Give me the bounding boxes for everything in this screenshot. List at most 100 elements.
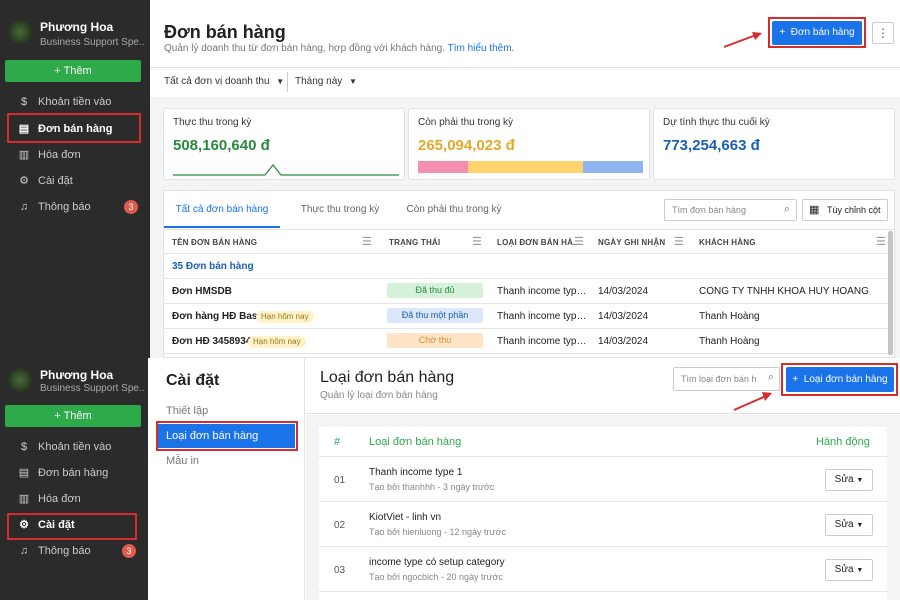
row-number: 02 (334, 520, 346, 531)
sidebar-item-income[interactable]: $ Khoản tiền vào (0, 89, 150, 115)
highlight-box (7, 513, 137, 540)
order-type: Thanh income type... (497, 286, 587, 297)
order-type-name: KiotViet - linh vn (369, 512, 442, 523)
order-name[interactable]: Đơn hàng HĐ Base (172, 311, 263, 322)
table-row[interactable]: Đơn HĐ 3458934 Hạn hôm nay Chờ thu Thanh… (164, 329, 888, 354)
edit-button[interactable]: Sửa ▼ (825, 559, 873, 581)
order-type: Thanh income type... (497, 336, 587, 347)
unit-filter[interactable]: Tất cả đơn vị doanh thu ▼ (164, 76, 284, 87)
summary-card-receivable: Còn phải thu trong kỳ 265,094,023 đ (408, 108, 650, 180)
caret-down-icon: ▼ (856, 522, 864, 529)
sidebar-item-notifications[interactable]: ♫ Thông báo 3 (0, 538, 148, 564)
col-header-name[interactable]: TÊN ĐƠN BÁN HÀNG (172, 238, 257, 247)
caret-down-icon: ▼ (349, 77, 357, 86)
tab-receivable[interactable]: Còn phải thu trong kỳ (398, 191, 510, 228)
more-icon: ⋮ (877, 26, 889, 40)
add-button[interactable]: + Thêm (5, 60, 141, 82)
filter-icon[interactable]: ☰ (876, 235, 886, 248)
org-logo (8, 20, 32, 44)
table-scrollbar[interactable] (888, 231, 893, 355)
bar-segment (468, 161, 583, 173)
sidebar-item-label: Thông báo (38, 545, 91, 557)
bar-segment (418, 161, 468, 173)
card-value: 773,254,663 đ (663, 137, 760, 154)
col-header-status[interactable]: TRẠNG THÁI (389, 238, 440, 247)
customize-columns-button[interactable]: ▦ Tùy chỉnh cột (802, 199, 888, 221)
add-button[interactable]: + Thêm (5, 405, 141, 427)
sidebar: Phương Hoa Business Support Spe... + Thê… (0, 0, 150, 358)
edit-button[interactable]: Sửa ▼ (825, 469, 873, 491)
bottom-panel: Phương Hoa Business Support Spe... + Thê… (0, 358, 900, 600)
header-divider (150, 67, 900, 68)
edit-button[interactable]: Sửa ▼ (825, 514, 873, 536)
gear-icon: ⚙ (19, 175, 29, 187)
sidebar-item-label: Khoản tiền vào (38, 96, 112, 108)
tab-collected[interactable]: Thực thu trong kỳ (290, 191, 390, 228)
table-row[interactable]: Đơn hàng HĐ Base Hạn hôm nay Đã thu một … (164, 304, 888, 329)
due-today-tag: Hạn hôm nay (256, 311, 314, 323)
table-row[interactable]: 02 KiotViet - linh vn Tạo bởi hienluong … (319, 503, 887, 547)
sidebar-item-income[interactable]: $ Khoản tiền vào (0, 434, 148, 460)
receivable-bar (418, 161, 643, 173)
notification-badge: 3 (124, 200, 138, 214)
more-options-button[interactable]: ⋮ (872, 22, 894, 44)
filter-icon[interactable]: ☰ (574, 235, 584, 248)
page-subtitle: Quản lý doanh thu từ đơn bán hàng, hợp đ… (164, 43, 446, 54)
org-subtitle: Business Support Spe... (40, 37, 144, 48)
order-date: 14/03/2024 (598, 336, 649, 347)
table-row[interactable]: 03 income type có setup category Tạo bởi… (319, 548, 887, 592)
order-name[interactable]: Đơn HĐ 3458934 (172, 336, 251, 347)
highlight-box (156, 421, 298, 451)
red-arrow-icon (723, 32, 762, 48)
settings-title: Cài đặt (166, 372, 220, 389)
search-icon: ⌕ (783, 203, 790, 215)
col-header-customer[interactable]: KHÁCH HÀNG (699, 238, 756, 247)
sidebar-item-invoices[interactable]: ▥ Hóa đơn (0, 142, 150, 168)
order-date: 14/03/2024 (598, 311, 649, 322)
col-header-number: # (334, 436, 341, 448)
sidebar-item-label: Đơn bán hàng (38, 467, 109, 479)
col-header-action: Hành động (816, 436, 870, 448)
invoice-icon: ▥ (18, 493, 30, 505)
order-type-name: income type có setup category (369, 557, 505, 568)
filter-icon[interactable]: ☰ (362, 235, 372, 248)
order-count: 35 Đơn bán hàng (172, 261, 254, 272)
card-label: Dự tính thực thu cuối kỳ (663, 117, 770, 128)
sidebar-item-invoices[interactable]: ▥ Hóa đơn (0, 486, 148, 512)
org-subtitle: Business Support Spe... (40, 383, 144, 394)
settings-item-print-templates[interactable]: Mẫu in (166, 455, 199, 467)
filter-divider (287, 72, 288, 92)
period-filter[interactable]: Tháng này ▼ (295, 76, 357, 87)
table-header: TÊN ĐƠN BÁN HÀNG ☰ TRẠNG THÁI ☰ LOẠI ĐƠN… (164, 230, 888, 254)
orders-table: TÊN ĐƠN BÁN HÀNG ☰ TRẠNG THÁI ☰ LOẠI ĐƠN… (164, 230, 888, 354)
table-row[interactable]: 01 Thanh income type 1 Tạo bởi thanhhh -… (319, 458, 887, 502)
sparkline-icon (173, 164, 399, 176)
order-types-table: # Loại đơn bán hàng Hành động 01 Thanh i… (319, 427, 887, 600)
filter-icon[interactable]: ☰ (674, 235, 684, 248)
col-header-type[interactable]: LOẠI ĐƠN BÁN HÀ... (497, 238, 580, 247)
org-logo (8, 368, 32, 392)
col-header-date[interactable]: NGÀY GHI NHẬN (598, 238, 665, 247)
period-filter-label: Tháng này (295, 76, 343, 87)
orders-panel: Tất cả đơn bán hàng Thực thu trong kỳ Cò… (163, 190, 895, 358)
customer-name: Thanh Hoàng (699, 336, 760, 347)
card-label: Thực thu trong kỳ (173, 117, 252, 128)
tab-all-orders[interactable]: Tất cả đơn bán hàng (164, 191, 280, 228)
order-search[interactable]: Tìm đơn bán hàng ⌕ (664, 199, 797, 221)
order-name[interactable]: Đơn HMSDB (172, 286, 232, 297)
settings-item-setup[interactable]: Thiết lập (166, 405, 208, 417)
page-title: Đơn bán hàng (164, 22, 286, 42)
filter-icon[interactable]: ☰ (472, 235, 482, 248)
money-icon: $ (20, 96, 28, 108)
order-type-search[interactable]: Tìm loại đơn bán h ⌕ (673, 367, 780, 391)
sidebar-nav: $ Khoản tiền vào ▤ Đơn bán hàng ▥ Hóa đơn ⚙… (0, 434, 148, 564)
search-placeholder: Tìm loại đơn bán h (681, 374, 757, 384)
bar-segment (583, 161, 643, 173)
sidebar-item-notifications[interactable]: ♫ Thông báo 3 (0, 194, 150, 220)
card-value: 265,094,023 đ (418, 137, 515, 154)
table-row[interactable]: Đơn HMSDB Đã thu đủ Thanh income type...… (164, 279, 888, 304)
learn-more-link[interactable]: Tìm hiểu thêm. (448, 43, 515, 54)
sidebar-item-sales-orders[interactable]: ▤ Đơn bán hàng (0, 460, 148, 486)
table-header: # Loại đơn bán hàng Hành động (319, 427, 887, 457)
sidebar-item-settings[interactable]: ⚙ Cài đặt (0, 168, 150, 194)
